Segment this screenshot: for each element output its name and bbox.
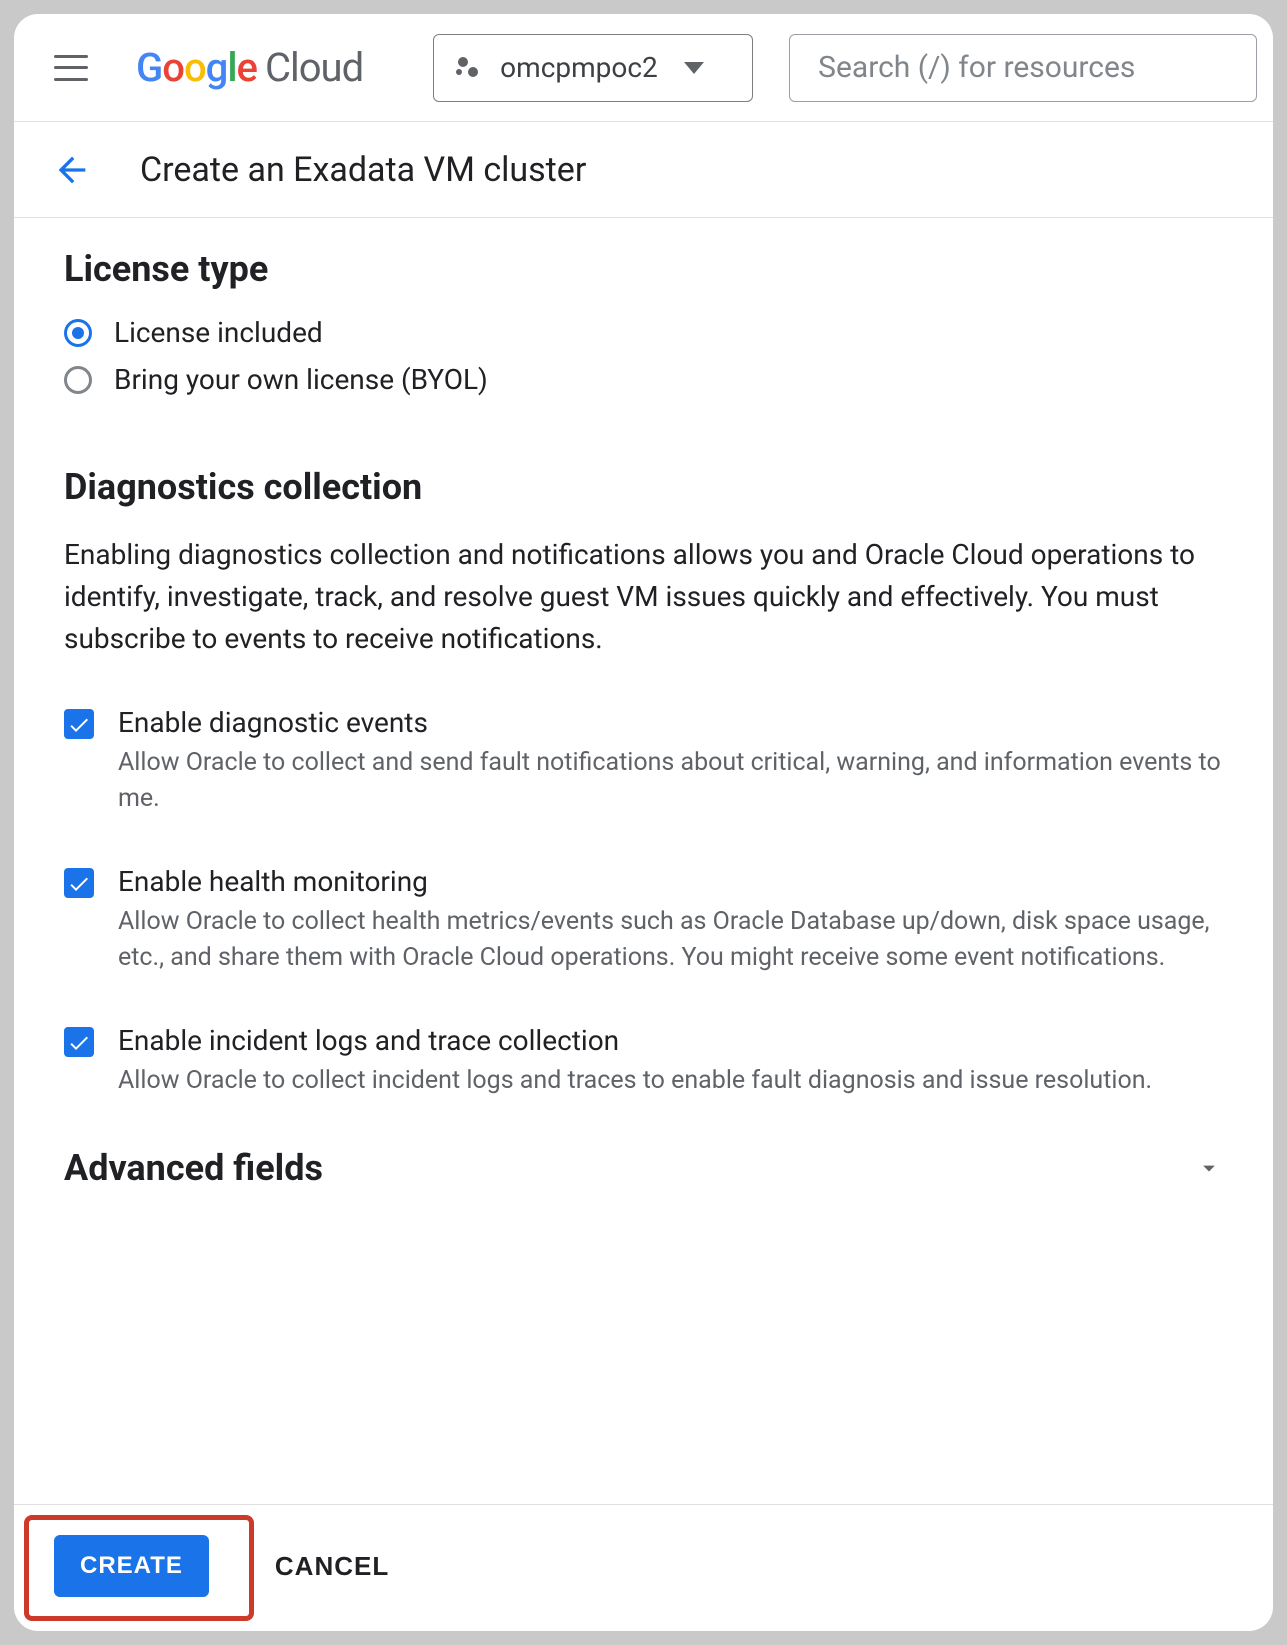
project-icon <box>458 57 480 79</box>
diagnostics-description: Enabling diagnostics collection and noti… <box>64 534 1223 660</box>
caret-down-icon <box>684 62 704 74</box>
project-selector[interactable]: omcpmpoc2 <box>433 34 753 102</box>
checkbox-diagnostic-events[interactable]: Enable diagnostic events Allow Oracle to… <box>64 706 1223 817</box>
arrow-left-icon <box>52 150 92 190</box>
checkbox-incident-logs[interactable]: Enable incident logs and trace collectio… <box>64 1024 1223 1099</box>
checkbox-icon <box>64 709 94 739</box>
advanced-heading: Advanced fields <box>64 1147 323 1189</box>
checkbox-title: Enable diagnostic events <box>118 706 1223 739</box>
project-name: omcpmpoc2 <box>500 51 658 84</box>
chevron-down-icon <box>1195 1154 1223 1182</box>
radio-label: License included <box>114 316 323 349</box>
radio-byol[interactable]: Bring your own license (BYOL) <box>64 363 1223 396</box>
create-button[interactable]: CREATE <box>54 1535 209 1597</box>
radio-icon <box>64 366 92 394</box>
radio-label: Bring your own license (BYOL) <box>114 363 488 396</box>
checkbox-icon <box>64 868 94 898</box>
advanced-fields-toggle[interactable]: Advanced fields <box>64 1147 1223 1189</box>
checkbox-title: Enable health monitoring <box>118 865 1223 898</box>
checkbox-health-monitoring[interactable]: Enable health monitoring Allow Oracle to… <box>64 865 1223 976</box>
google-cloud-logo: Google Cloud <box>136 44 363 91</box>
checkbox-desc: Allow Oracle to collect incident logs an… <box>118 1063 1223 1099</box>
menu-button[interactable] <box>54 55 88 81</box>
license-heading: License type <box>64 248 1223 290</box>
checkbox-desc: Allow Oracle to collect and send fault n… <box>118 745 1223 817</box>
back-button[interactable] <box>50 148 94 192</box>
search-input[interactable]: Search (/) for resources <box>789 34 1257 102</box>
search-placeholder: Search (/) for resources <box>818 50 1135 85</box>
radio-license-included[interactable]: License included <box>64 316 1223 349</box>
cancel-button[interactable]: CANCEL <box>269 1550 395 1583</box>
checkbox-desc: Allow Oracle to collect health metrics/e… <box>118 904 1223 976</box>
radio-icon <box>64 319 92 347</box>
checkbox-icon <box>64 1027 94 1057</box>
page-title: Create an Exadata VM cluster <box>140 150 586 190</box>
diagnostics-heading: Diagnostics collection <box>64 466 1223 508</box>
checkbox-title: Enable incident logs and trace collectio… <box>118 1024 1223 1057</box>
